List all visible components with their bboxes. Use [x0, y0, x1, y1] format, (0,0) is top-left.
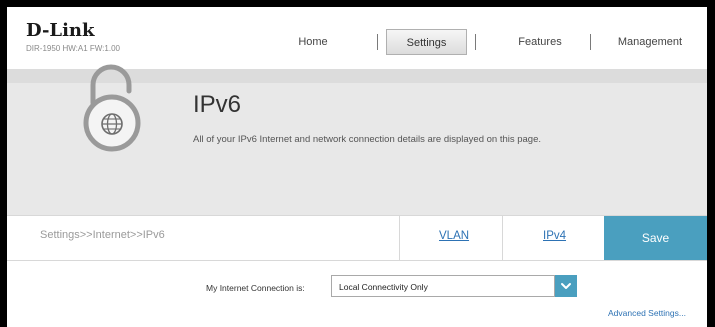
nav-separator: [590, 34, 591, 50]
connection-select-value: Local Connectivity Only: [339, 282, 428, 292]
breadcrumb: Settings>>Internet>>IPv6: [40, 229, 165, 241]
connection-label: My Internet Connection is:: [206, 283, 305, 293]
page-description: All of your IPv6 Internet and network co…: [193, 134, 542, 145]
page: D-Link DIR-1950 HW:A1 FW:1.00 Home Setti…: [7, 7, 707, 327]
bar-divider: [502, 216, 503, 260]
nav-separator: [377, 34, 378, 50]
ipv4-link[interactable]: IPv4: [543, 230, 566, 242]
page-title: IPv6: [193, 91, 242, 118]
nav-features[interactable]: Features: [509, 29, 571, 55]
brand-logo: D-Link: [26, 20, 95, 41]
nav-separator: [475, 34, 476, 50]
bar-divider: [399, 216, 400, 260]
open-padlock-globe-icon: [83, 64, 141, 152]
model-info: DIR-1950 HW:A1 FW:1.00: [26, 44, 120, 53]
advanced-settings-link[interactable]: Advanced Settings...: [608, 308, 686, 318]
save-button[interactable]: Save: [604, 216, 707, 260]
chevron-down-icon[interactable]: [555, 275, 577, 297]
nav-management[interactable]: Management: [610, 29, 690, 55]
outer-frame: D-Link DIR-1950 HW:A1 FW:1.00 Home Setti…: [0, 0, 715, 327]
nav-settings[interactable]: Settings: [386, 29, 467, 55]
nav-home[interactable]: Home: [283, 29, 343, 55]
vlan-link[interactable]: VLAN: [439, 230, 469, 242]
